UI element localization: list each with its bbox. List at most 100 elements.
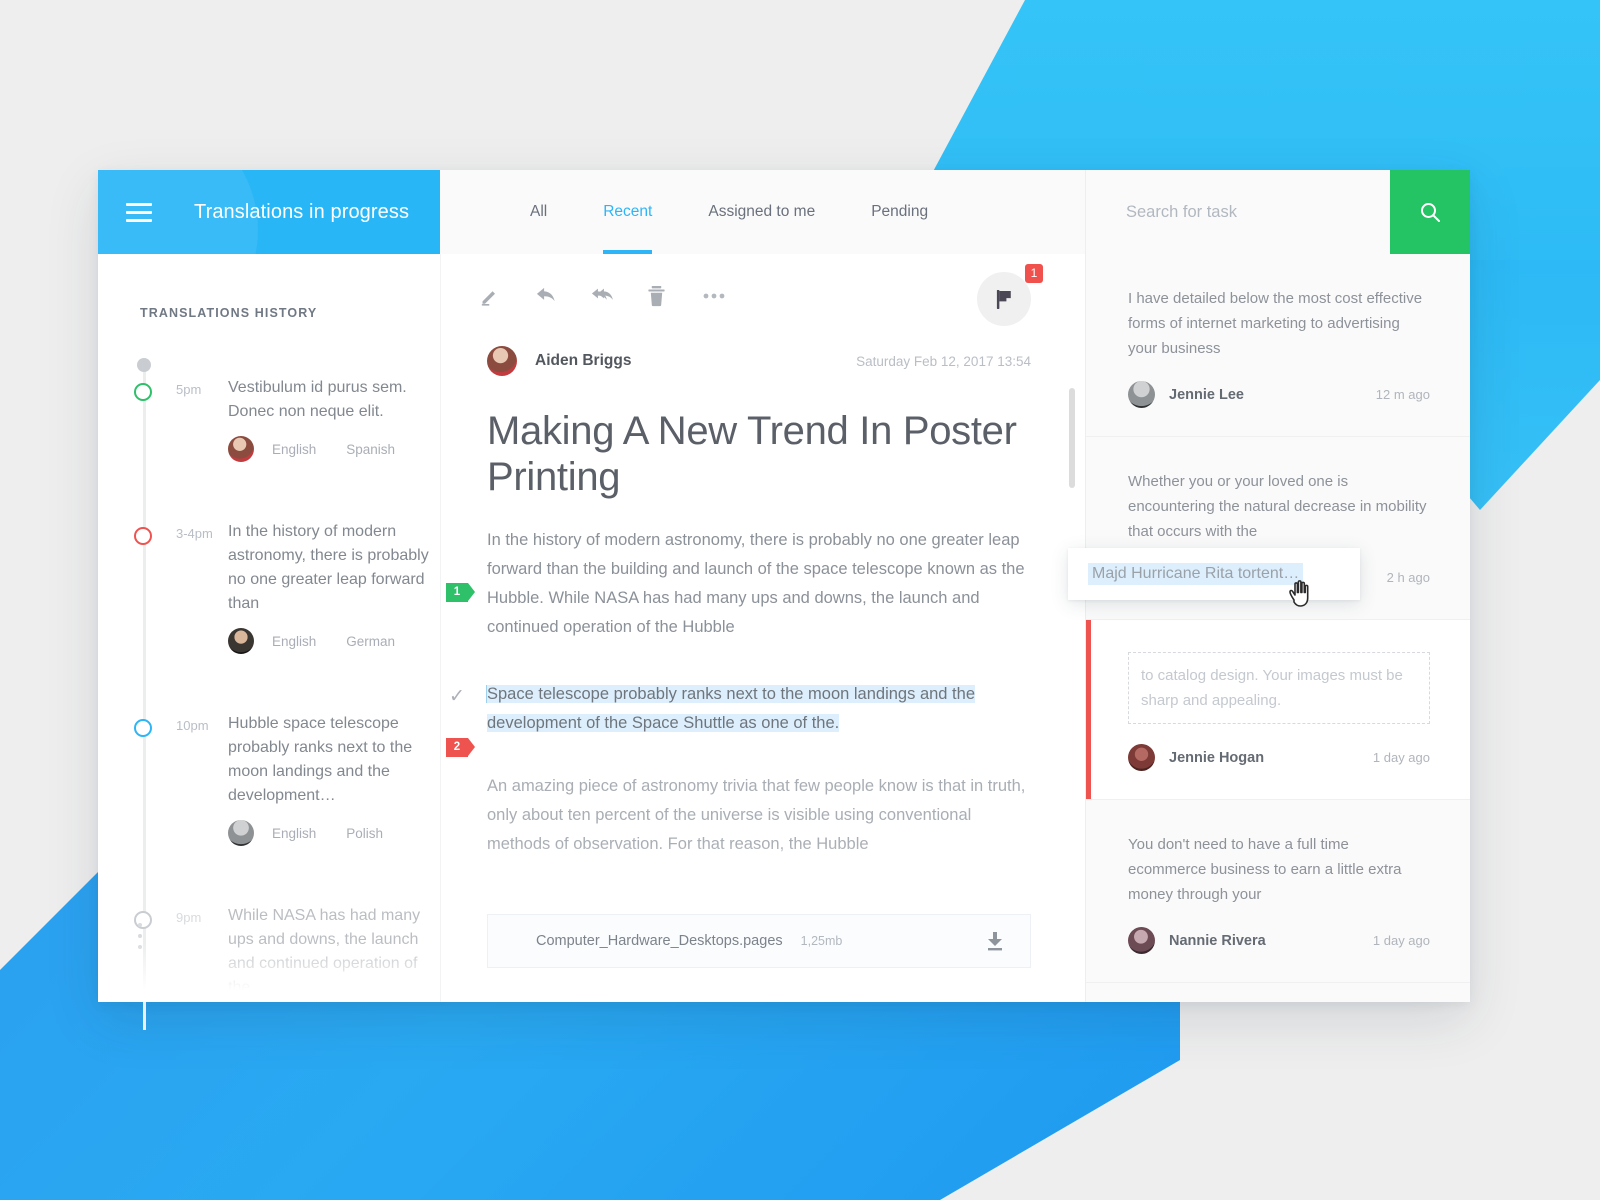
message-content: Making A New Trend In Poster Printing 1 … <box>441 376 1085 914</box>
task-text: You don't need to have a full time ecomm… <box>1128 836 1402 903</box>
timeline-time: 3-4pm <box>176 526 213 541</box>
timeline-meta: English Spanish <box>228 436 440 462</box>
timeline-meta: English Polish <box>228 820 440 846</box>
timeline-marker <box>134 911 152 929</box>
search-button[interactable] <box>1390 170 1470 254</box>
paragraph-tag-2[interactable]: 2 <box>446 738 475 757</box>
timeline-item[interactable]: 10pm Hubble space telescope probably ran… <box>134 694 440 846</box>
task-text: Whether you or your loved one is encount… <box>1128 473 1427 540</box>
timeline-item[interactable]: 9pm While NASA has had many ups and down… <box>134 886 440 1000</box>
paragraph-text-highlighted[interactable]: Space telescope probably ranks next to t… <box>487 685 975 732</box>
task-item-drop-target[interactable]: to catalog design. Your images must be s… <box>1086 620 1470 800</box>
history-panel-title: TRANSLATIONS HISTORY <box>140 306 318 320</box>
task-timestamp: 1 day ago <box>1372 750 1430 765</box>
translations-history-panel: TRANSLATIONS HISTORY 5pm Vestibulum id p… <box>98 254 440 1030</box>
attachment-name: Computer_Hardware_Desktops.pages <box>536 933 783 949</box>
paragraph-tag-1[interactable]: 1 <box>446 583 475 602</box>
message-panel: 1 Aiden Briggs Saturday Feb 12, 2017 13:… <box>440 254 1085 1002</box>
attachment-area: Computer_Hardware_Desktops.pages 1,25mb <box>441 914 1085 1002</box>
task-item[interactable]: You don't need to have a full time ecomm… <box>1086 800 1470 983</box>
search-input[interactable] <box>1086 170 1390 254</box>
attachment-size: 1,25mb <box>800 934 843 948</box>
top-bar: Translations in progress All Recent Assi… <box>98 170 1470 254</box>
task-list-panel: I have detailed below the most cost effe… <box>1085 254 1470 1002</box>
timeline-source-language: English <box>272 825 317 841</box>
search-bar <box>1085 170 1470 254</box>
timeline-text: Vestibulum id purus sem. Donec non neque… <box>228 379 407 420</box>
tab-recent[interactable]: Recent <box>575 170 680 254</box>
task-text: I have detailed below the most cost effe… <box>1128 290 1423 357</box>
message-paragraph: ✓ 2 Space telescope probably ranks next … <box>446 680 1031 757</box>
timeline-item[interactable]: 3-4pm In the history of modern astronomy… <box>134 502 440 654</box>
paragraph-text: An amazing piece of astronomy trivia tha… <box>487 777 1026 853</box>
task-timestamp: 2 h ago <box>1386 570 1430 585</box>
avatar <box>228 436 254 462</box>
task-dropzone[interactable]: to catalog design. Your images must be s… <box>1128 652 1430 724</box>
avatar <box>1128 381 1155 408</box>
timeline-text: While NASA has had many ups and downs, t… <box>228 907 421 996</box>
drag-ghost-label: Majd Hurricane Rita tortent… <box>1088 563 1304 585</box>
task-timestamp: 12 m ago <box>1375 387 1430 402</box>
paragraph-check-icon: ✓ <box>449 686 465 707</box>
timeline-body: Hubble space telescope probably ranks ne… <box>228 694 440 846</box>
task-footer: Jennie Lee 12 m ago <box>1128 381 1430 408</box>
timeline-text: Hubble space telescope probably ranks ne… <box>228 715 413 804</box>
edit-pencil-icon[interactable] <box>479 286 535 307</box>
tab-all[interactable]: All <box>502 170 575 254</box>
avatar <box>487 346 517 376</box>
flag-button[interactable]: 1 <box>977 264 1043 326</box>
message-toolbar: 1 <box>441 254 1085 338</box>
timeline-source-language: English <box>272 633 317 649</box>
avatar <box>1128 927 1155 954</box>
drag-ghost-card[interactable]: Majd Hurricane Rita tortent… <box>1068 548 1360 600</box>
avatar <box>228 820 254 846</box>
message-paragraph: 1 In the history of modern astronomy, th… <box>446 526 1031 642</box>
timeline-target-language: Polish <box>346 825 384 841</box>
message-paragraph: An amazing piece of astronomy trivia tha… <box>487 772 1031 859</box>
trash-icon[interactable] <box>647 285 703 307</box>
message-title: Making A New Trend In Poster Printing <box>487 409 1017 499</box>
search-icon <box>1421 203 1440 222</box>
task-footer: Jennie Hogan 1 day ago <box>1128 744 1430 771</box>
reply-icon[interactable] <box>535 285 591 308</box>
task-author: Jennie Hogan <box>1169 749 1265 766</box>
tab-bar: All Recent Assigned to me Pending <box>440 170 1085 254</box>
timeline-marker <box>134 719 152 737</box>
message-scrollbar[interactable] <box>1069 388 1075 488</box>
page-title: Translations in progress <box>194 200 410 223</box>
download-icon[interactable] <box>986 931 1004 951</box>
avatar <box>228 628 254 654</box>
tab-assigned-to-me[interactable]: Assigned to me <box>680 170 843 254</box>
brand-header: Translations in progress <box>98 170 440 254</box>
tab-pending[interactable]: Pending <box>843 170 956 254</box>
timeline-time: 10pm <box>176 718 209 733</box>
timeline-source-language: English <box>272 441 317 457</box>
timeline-target-language: Spanish <box>346 441 396 457</box>
task-item[interactable]: I have detailed below the most cost effe… <box>1086 254 1470 437</box>
timeline-body: While NASA has had many ups and downs, t… <box>228 886 440 1000</box>
attachment-item[interactable]: Computer_Hardware_Desktops.pages 1,25mb <box>487 914 1031 968</box>
flag-icon <box>996 289 1011 309</box>
more-horizontal-icon[interactable] <box>703 292 759 300</box>
hamburger-icon[interactable] <box>126 202 152 222</box>
message-author: Aiden Briggs <box>535 352 632 369</box>
message-date: Saturday Feb 12, 2017 13:54 <box>856 353 1031 369</box>
history-timeline: 5pm Vestibulum id purus sem. Donec non n… <box>98 358 440 1030</box>
timeline-body: In the history of modern astronomy, ther… <box>228 502 440 654</box>
timeline-item[interactable]: 5pm Vestibulum id purus sem. Donec non n… <box>134 358 440 462</box>
task-timestamp: 1 day ago <box>1372 933 1430 948</box>
timeline-marker <box>134 527 152 545</box>
timeline-target-language: German <box>346 633 396 649</box>
task-footer: Nannie Rivera 1 day ago <box>1128 927 1430 954</box>
timeline-text: In the history of modern astronomy, ther… <box>228 523 429 612</box>
timeline-continues-dots <box>138 923 143 956</box>
timeline-time: 9pm <box>176 910 202 925</box>
task-item[interactable]: You don't need to have a full time ecomm… <box>1086 983 1470 1002</box>
timeline-meta: English German <box>228 628 440 654</box>
timeline-marker <box>134 383 152 401</box>
flag-badge: 1 <box>1025 264 1043 283</box>
timeline-time: 5pm <box>176 382 202 397</box>
avatar <box>1128 744 1155 771</box>
reply-all-icon[interactable] <box>591 284 647 308</box>
timeline-body: Vestibulum id purus sem. Donec non neque… <box>228 358 440 462</box>
